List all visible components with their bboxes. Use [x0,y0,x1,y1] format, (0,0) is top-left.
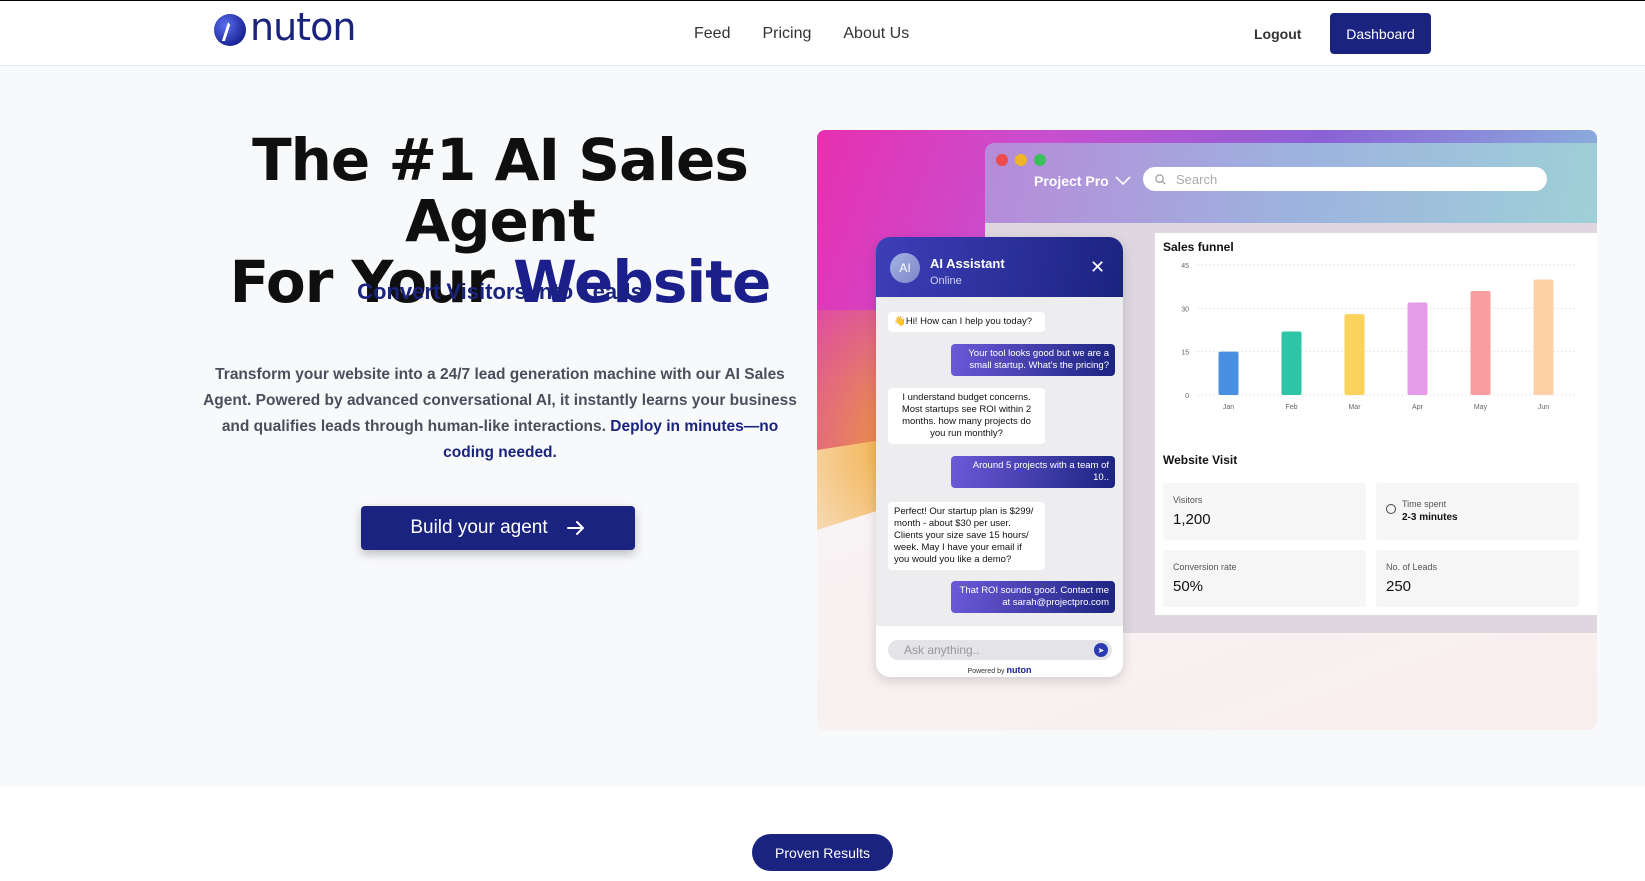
chevron-down-icon [1115,176,1131,186]
proven-results-badge[interactable]: Proven Results [752,834,893,871]
sales-funnel-card: Sales funnel 0 15 30 45 Jan Feb Mar Apr May Jun [1155,233,1597,443]
project-selector[interactable]: Project Pro [1034,173,1131,189]
sales-funnel-chart: 0 15 30 45 Jan Feb Mar Apr May Jun [1181,263,1575,411]
chart-bar-may [1470,291,1491,395]
stat-time-spent: Time spent 2-3 minutes [1376,483,1579,540]
window-maximize-dot [1034,154,1046,166]
chart-y-tick: 45 [1181,263,1189,270]
logo-text: nuton [250,5,356,49]
chart-x-tick: Jun [1538,404,1549,411]
hero-section: The #1 AI Sales Agent For Your Website C… [0,66,1645,787]
chart-y-tick: 15 [1181,350,1189,357]
logout-link[interactable]: Logout [1254,26,1301,42]
chart-y-tick: 0 [1185,393,1189,400]
arrow-right-icon [566,521,584,535]
stat-label: Conversion rate [1173,562,1237,572]
chat-header: AI AI Assistant Online ✕ [876,237,1123,297]
window-close-dot [996,154,1008,166]
nuton-logo-icon [214,14,246,46]
chart-bar-jan [1218,351,1239,395]
chart-x-tick: Mar [1348,404,1361,411]
chat-message-bot: I understand budget concerns. Most start… [888,388,1045,444]
stat-leads: No. of Leads 250 [1376,550,1579,607]
stat-value: 2-3 minutes [1402,512,1458,523]
assistant-name: AI Assistant [930,256,1005,271]
dashboard-search[interactable]: Search [1143,167,1547,191]
close-icon[interactable]: ✕ [1090,257,1105,278]
chat-message-user: Around 5 projects with a team of 10.. [951,456,1115,488]
assistant-status: Online [930,275,962,287]
site-header: nuton Feed Pricing About Us Logout Dashb… [0,1,1645,66]
nav-pricing[interactable]: Pricing [762,25,811,43]
send-icon[interactable]: ➤ [1094,643,1108,657]
chat-input[interactable]: Ask anything.. [888,640,1112,660]
assistant-avatar: AI [890,253,920,283]
stat-conversion-rate: Conversion rate 50% [1163,550,1366,607]
powered-by-text: Powered by [967,668,1005,675]
hero-subtitle: Convert Visitors Into Leads [357,279,643,304]
stat-value: 1,200 [1173,511,1211,528]
stat-visitors: Visitors 1,200 [1163,483,1366,540]
chart-bar-feb [1281,331,1302,395]
dashboard-topbar: Project Pro Search [985,143,1597,223]
window-minimize-dot [1015,154,1027,166]
nav-feed[interactable]: Feed [694,25,730,43]
stat-value: 50% [1173,578,1204,595]
chart-bar-apr [1407,302,1428,395]
chart-x-tick: Feb [1285,404,1297,411]
search-icon [1155,173,1166,185]
chat-message-user: Your tool looks good but we are a small … [951,344,1115,376]
chart-bar-mar [1344,314,1365,395]
sales-funnel-title: Sales funnel [1163,240,1234,254]
stat-label: Visitors [1173,495,1203,505]
build-agent-label: Build your agent [410,517,548,538]
search-placeholder: Search [1176,171,1218,187]
nav-about-us[interactable]: About Us [843,25,909,43]
hero-description: Transform your website into a 24/7 lead … [200,362,800,466]
stat-value: 250 [1386,578,1412,595]
stat-label: No. of Leads [1386,562,1438,572]
stat-label: Time spent [1402,499,1447,509]
chart-y-tick: 30 [1181,306,1189,313]
chart-bar-jun [1533,279,1554,395]
project-name: Project Pro [1034,173,1109,189]
chat-widget: AI AI Assistant Online ✕ 👋Hi! How can I … [876,237,1123,677]
powered-by-brand: nuton [1006,665,1032,675]
dashboard-button[interactable]: Dashboard [1330,13,1431,54]
chat-message-user: That ROI sounds good. Contact me at sara… [951,581,1115,613]
main-nav: Feed Pricing About Us [694,25,909,43]
website-visit-title: Website Visit [1163,453,1238,467]
clock-icon [1386,504,1396,514]
product-mockup: Project Pro Search Sales funnel 0 15 30 45 J… [817,130,1597,730]
chart-x-tick: Apr [1412,404,1424,411]
chat-message-bot: 👋Hi! How can I help you today? [888,312,1045,332]
chart-x-tick: Jan [1223,404,1234,411]
build-agent-button[interactable]: Build your agent [361,506,635,550]
hero-title-line1: The #1 AI Sales Agent [252,126,749,255]
website-visit-card: Website Visit Visitors 1,200 Time spent … [1155,443,1597,615]
chat-message-bot: Perfect! Our startup plan is $299/ month… [888,502,1045,570]
chart-x-tick: May [1474,404,1488,411]
powered-by: Powered by nuton [876,665,1123,675]
logo[interactable]: nuton [214,8,356,46]
